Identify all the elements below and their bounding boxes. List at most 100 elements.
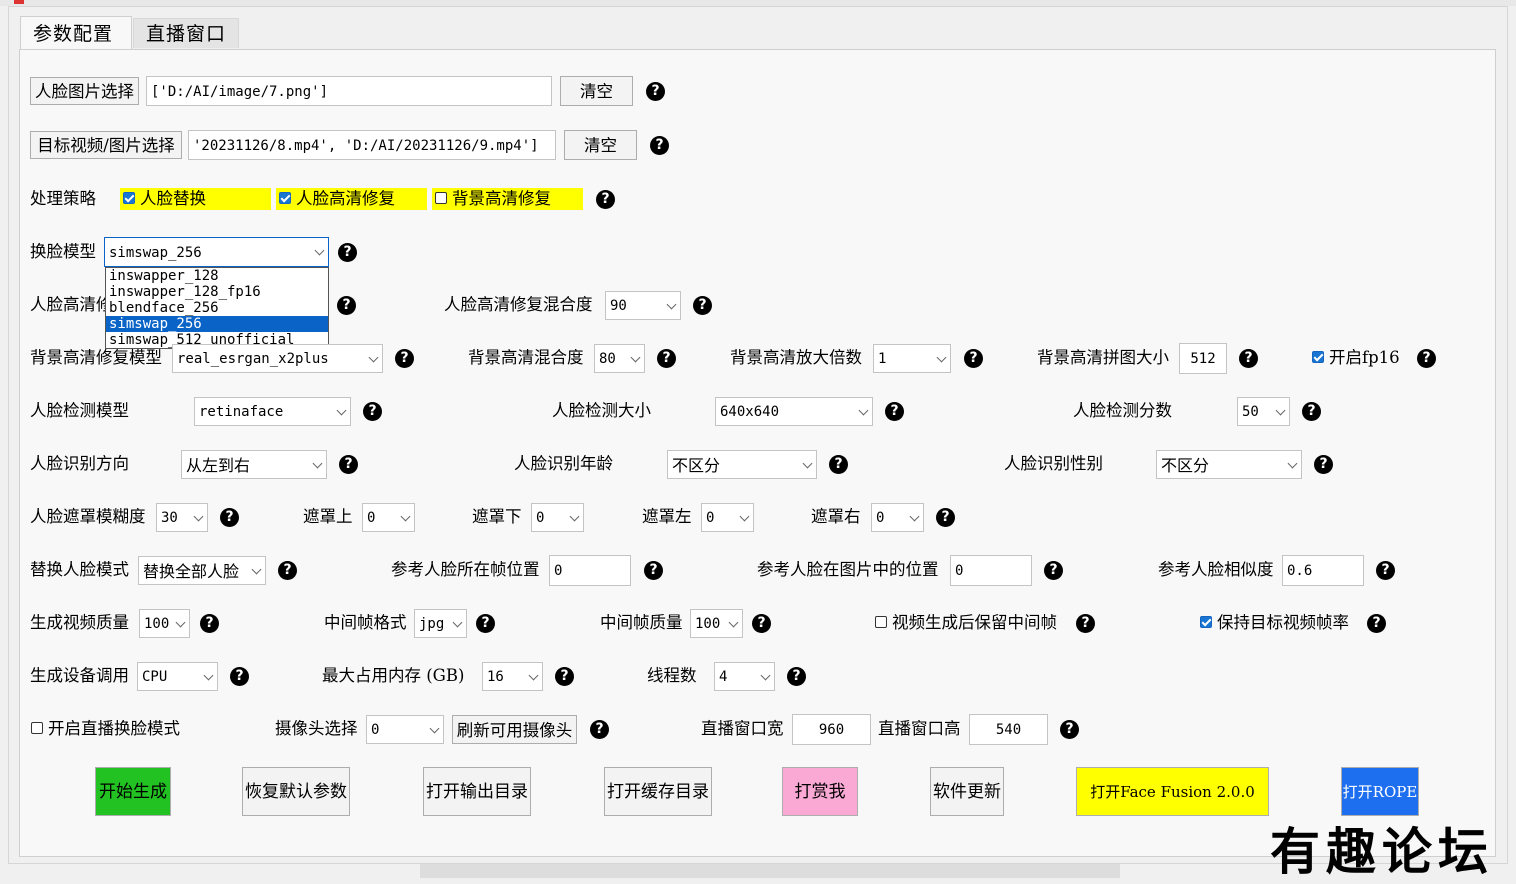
camera-select[interactable]: 0 xyxy=(366,715,444,744)
help-icon[interactable]: ? xyxy=(476,614,495,633)
strategy-bg-enhance-checkbox[interactable] xyxy=(435,192,447,204)
help-icon[interactable]: ? xyxy=(657,349,676,368)
source-face-path-input[interactable]: ['D:/AI/image/7.png'] xyxy=(146,76,552,106)
help-icon[interactable]: ? xyxy=(338,243,357,262)
device-select[interactable]: CPU xyxy=(137,662,218,691)
tab-params[interactable]: 参数配置 xyxy=(20,16,132,50)
tab-live-window[interactable]: 直播窗口 xyxy=(133,18,239,48)
help-icon[interactable]: ? xyxy=(339,455,358,474)
help-icon[interactable]: ? xyxy=(646,82,665,101)
recognize-direction-select[interactable]: 从左到右 xyxy=(181,450,327,479)
live-height-input[interactable]: 540 xyxy=(969,714,1048,745)
swap-model-option[interactable]: inswapper_128 xyxy=(106,268,328,284)
help-icon[interactable]: ? xyxy=(644,561,663,580)
replace-mode-select[interactable]: 替换全部人脸 xyxy=(138,556,266,585)
ref-position-input[interactable]: 0 xyxy=(950,555,1032,586)
refresh-cameras-button[interactable]: 刷新可用摄像头 xyxy=(452,715,577,744)
chevron-down-icon xyxy=(368,352,379,362)
swap-model-option[interactable]: blendface_256 xyxy=(106,300,328,316)
help-icon[interactable]: ? xyxy=(936,508,955,527)
chevron-down-icon xyxy=(429,723,440,733)
help-icon[interactable]: ? xyxy=(964,349,983,368)
max-memory-select[interactable]: 16 xyxy=(482,662,543,691)
detect-size-select[interactable]: 640x640 xyxy=(715,397,873,426)
face-enhance-model-label: 人脸高清修 xyxy=(30,295,113,314)
bg-tile-input[interactable]: 512 xyxy=(1179,343,1227,374)
ref-similarity-input[interactable]: 0.6 xyxy=(1282,555,1364,586)
help-icon[interactable]: ? xyxy=(1044,561,1063,580)
mask-bottom-select[interactable]: 0 xyxy=(531,503,584,532)
help-icon[interactable]: ? xyxy=(1376,561,1395,580)
help-icon[interactable]: ? xyxy=(1060,720,1079,739)
keep-frames-checkbox[interactable] xyxy=(875,616,887,628)
mask-top-label: 遮罩上 xyxy=(303,507,353,526)
help-icon[interactable]: ? xyxy=(363,402,382,421)
target-path-input[interactable]: '20231126/8.mp4', 'D:/AI/20231126/9.mp4'… xyxy=(188,130,556,160)
strategy-face-enhance-checkbox[interactable] xyxy=(279,192,291,204)
target-clear-button[interactable]: 清空 xyxy=(564,130,637,160)
help-icon[interactable]: ? xyxy=(885,402,904,421)
help-icon[interactable]: ? xyxy=(596,190,615,209)
software-update-button[interactable]: 软件更新 xyxy=(930,767,1004,816)
ref-frame-input[interactable]: 0 xyxy=(549,555,631,586)
help-icon[interactable]: ? xyxy=(590,720,609,739)
help-icon[interactable]: ? xyxy=(200,614,219,633)
recognize-gender-select[interactable]: 不区分 xyxy=(1156,450,1302,479)
help-icon[interactable]: ? xyxy=(555,667,574,686)
detect-score-select[interactable]: 50 xyxy=(1237,397,1290,426)
detect-size-label: 人脸检测大小 xyxy=(552,401,651,420)
donate-button[interactable]: 打赏我 xyxy=(782,767,858,816)
open-face-fusion-button[interactable]: 打开Face Fusion 2.0.0 xyxy=(1076,767,1269,816)
help-icon[interactable]: ? xyxy=(752,614,771,633)
help-icon[interactable]: ? xyxy=(829,455,848,474)
mask-left-label: 遮罩左 xyxy=(642,507,692,526)
help-icon[interactable]: ? xyxy=(1417,349,1436,368)
open-output-dir-button[interactable]: 打开输出目录 xyxy=(423,767,531,816)
mask-top-select[interactable]: 0 xyxy=(362,503,415,532)
source-face-clear-button[interactable]: 清空 xyxy=(560,76,633,106)
live-width-input[interactable]: 960 xyxy=(792,714,871,745)
help-icon[interactable]: ? xyxy=(693,296,712,315)
help-icon[interactable]: ? xyxy=(1239,349,1258,368)
keep-fps-checkbox[interactable] xyxy=(1200,616,1212,628)
help-icon[interactable]: ? xyxy=(278,561,297,580)
mask-blur-select[interactable]: 30 xyxy=(156,503,208,532)
swap-model-option[interactable]: inswapper_128_fp16 xyxy=(106,284,328,300)
source-face-select-button[interactable]: 人脸图片选择 xyxy=(30,77,139,105)
help-icon[interactable]: ? xyxy=(650,136,669,155)
target-select-button[interactable]: 目标视频/图片选择 xyxy=(30,131,182,159)
detect-model-select[interactable]: retinaface xyxy=(194,397,351,426)
live-mode-checkbox[interactable] xyxy=(31,722,43,734)
mask-left-select[interactable]: 0 xyxy=(701,503,754,532)
help-icon[interactable]: ? xyxy=(1302,402,1321,421)
open-cache-dir-button[interactable]: 打开缓存目录 xyxy=(604,767,712,816)
help-icon[interactable]: ? xyxy=(337,296,356,315)
video-quality-select[interactable]: 100 xyxy=(139,609,190,638)
frame-quality-select[interactable]: 100 xyxy=(690,609,743,638)
open-rope-button[interactable]: 打开ROPE xyxy=(1341,767,1419,816)
threads-select[interactable]: 4 xyxy=(714,662,775,691)
camera-value: 0 xyxy=(371,722,380,738)
help-icon[interactable]: ? xyxy=(220,508,239,527)
help-icon[interactable]: ? xyxy=(1367,614,1386,633)
start-generate-button[interactable]: 开始生成 xyxy=(95,767,171,816)
help-icon[interactable]: ? xyxy=(1314,455,1333,474)
swap-model-select[interactable]: simswap_256 xyxy=(104,237,329,267)
chevron-down-icon xyxy=(936,352,947,362)
bg-model-select[interactable]: real_esrgan_x2plus xyxy=(172,344,383,373)
help-icon[interactable]: ? xyxy=(1076,614,1095,633)
recognize-age-select[interactable]: 不区分 xyxy=(667,450,817,479)
reset-defaults-button[interactable]: 恢复默认参数 xyxy=(242,767,350,816)
help-icon[interactable]: ? xyxy=(230,667,249,686)
mask-right-select[interactable]: 0 xyxy=(871,503,924,532)
bg-blend-select[interactable]: 80 xyxy=(594,344,645,373)
help-icon[interactable]: ? xyxy=(395,349,414,368)
bg-scale-select[interactable]: 1 xyxy=(873,344,951,373)
frame-format-select[interactable]: jpg xyxy=(414,609,467,638)
face-enhance-blend-select[interactable]: 90 xyxy=(605,291,681,320)
fp16-checkbox[interactable] xyxy=(1312,351,1324,363)
swap-model-option-selected[interactable]: simswap_256 xyxy=(106,316,328,332)
help-icon[interactable]: ? xyxy=(787,667,806,686)
strategy-face-swap-checkbox[interactable] xyxy=(123,192,135,204)
recognize-direction-label: 人脸识别方向 xyxy=(30,454,129,473)
